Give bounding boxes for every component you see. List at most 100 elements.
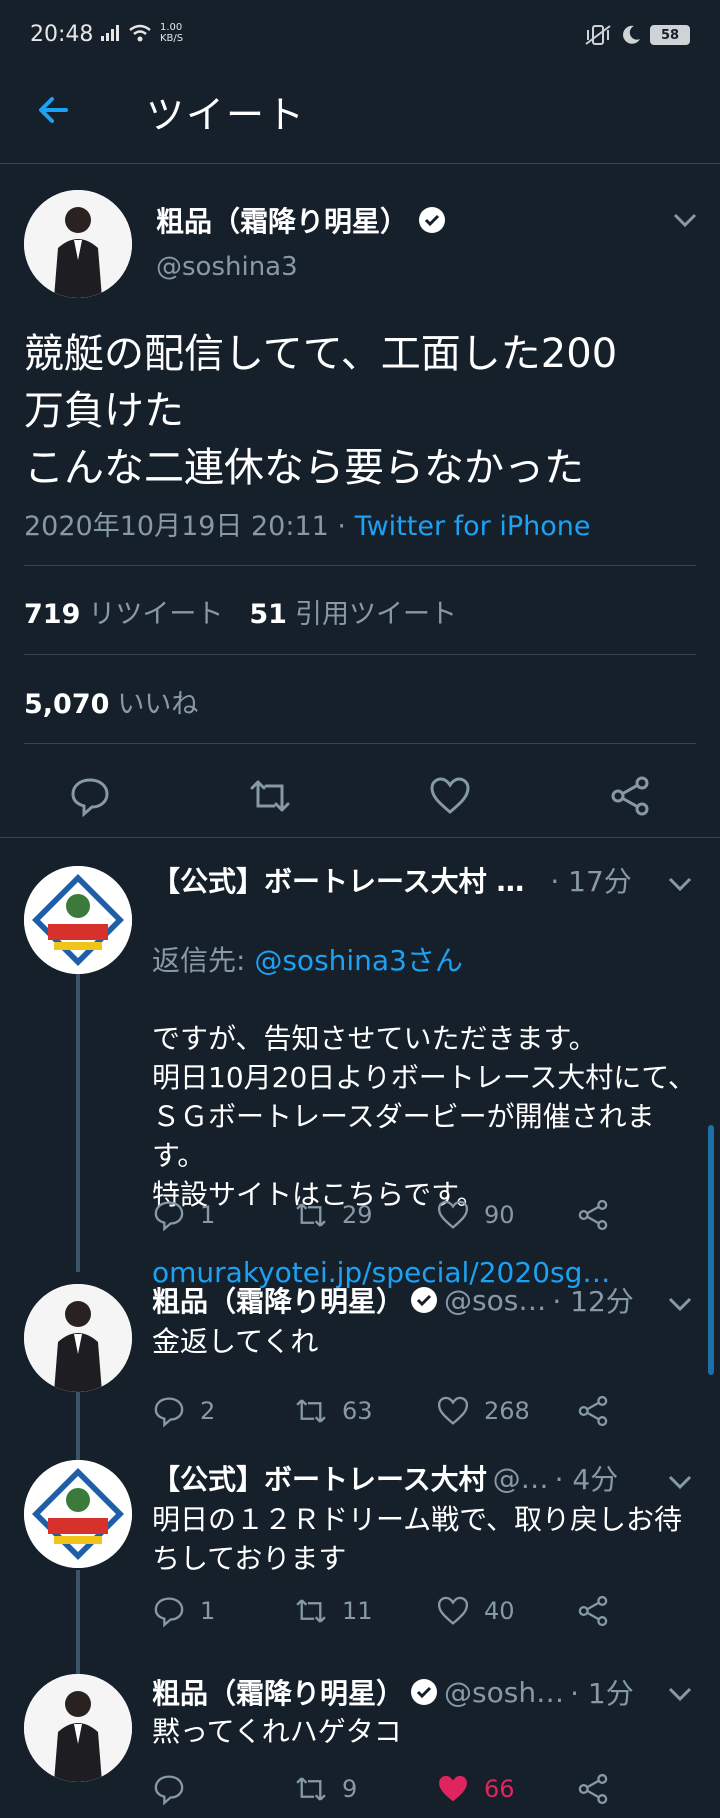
retweets-stat[interactable]: 719 リツイート xyxy=(24,592,223,631)
reply-icon[interactable] xyxy=(68,774,112,818)
person-photo-icon xyxy=(24,1674,132,1782)
share-icon xyxy=(578,1595,608,1627)
boatrace-logo-icon xyxy=(24,866,132,974)
retweet-action[interactable]: 11 xyxy=(294,1594,373,1628)
author-name[interactable]: 【公式】ボートレース大村 … xyxy=(152,860,524,900)
heart-filled-icon xyxy=(439,1775,467,1802)
like-action[interactable]: 66 xyxy=(436,1772,515,1806)
retweet-action[interactable]: 29 xyxy=(294,1198,373,1232)
tweet-time: · 1分 xyxy=(570,1677,634,1710)
quotes-stat[interactable]: 51 引用ツイート xyxy=(249,592,457,631)
tweet-action-bar xyxy=(0,752,720,838)
reply-action[interactable]: 1 xyxy=(152,1198,215,1232)
author-name[interactable]: 粗品（霜降り明星） xyxy=(152,1672,404,1712)
chevron-down-icon[interactable] xyxy=(665,1472,695,1492)
wifi-icon xyxy=(129,24,151,42)
heart-icon[interactable] xyxy=(428,774,472,818)
chevron-down-icon[interactable] xyxy=(665,1684,695,1704)
retweet-action[interactable]: 9 xyxy=(294,1772,357,1806)
reply-actions: 2 63 268 xyxy=(152,1394,622,1434)
status-left-icons: 1.00 KB/S xyxy=(100,22,183,44)
boatrace-logo-icon xyxy=(24,1460,132,1568)
author-handle[interactable]: @sosh… xyxy=(444,1676,564,1709)
tweet-text: 黙ってくれハゲタコ xyxy=(152,1715,402,1748)
status-bar: 20:48 1.00 KB/S 58 xyxy=(0,0,720,54)
back-button[interactable] xyxy=(32,88,76,132)
heart-icon xyxy=(437,1396,469,1425)
tweet-time: · 17分 xyxy=(550,865,632,898)
author-name[interactable]: 粗品（霜降り明星） xyxy=(152,1280,404,1320)
avatar[interactable] xyxy=(24,866,132,974)
retweet-action[interactable]: 63 xyxy=(294,1394,373,1428)
reply-body: 返信先: @soshina3さん ですが、告知させていただきます。 明日10月2… xyxy=(152,902,702,1331)
page-title: ツイート xyxy=(146,93,307,137)
avatar[interactable] xyxy=(24,1284,132,1392)
author-handle[interactable]: @soshina3 xyxy=(156,252,298,282)
tweet-meta: 2020年10月19日 20:11 · Twitter for iPhone xyxy=(24,504,591,543)
author-name[interactable]: 粗品（霜降り明星） xyxy=(156,200,446,240)
likes-stats[interactable]: 5,070 いいね xyxy=(24,682,198,721)
reply-icon xyxy=(154,1597,184,1628)
tweet-source-link[interactable]: Twitter for iPhone xyxy=(355,511,591,542)
chevron-down-icon[interactable] xyxy=(665,874,695,894)
reply-header: 【公式】ボートレース大村 … · 17分 xyxy=(152,860,632,900)
author-name[interactable]: 【公式】ボートレース大村 xyxy=(152,1458,487,1498)
share-action[interactable] xyxy=(576,1772,610,1806)
reply-action[interactable]: 1 xyxy=(152,1594,215,1628)
author-handle[interactable]: @… xyxy=(493,1462,549,1495)
reply-tweet[interactable]: 粗品（霜降り明星） @sosh… · 1分 黙ってくれハゲタコ 9 66 xyxy=(0,1672,720,1818)
retweet-icon xyxy=(296,1399,326,1423)
avatar[interactable] xyxy=(24,190,132,298)
tweet-time: · 4分 xyxy=(554,1463,619,1496)
author-handle[interactable]: @sos… xyxy=(444,1284,546,1317)
share-icon xyxy=(578,1773,608,1805)
verified-badge-icon xyxy=(411,1679,438,1705)
page-header: ツイート xyxy=(0,54,720,164)
verified-badge-icon xyxy=(419,207,446,233)
reply-header: 【公式】ボートレース大村 @… · 4分 xyxy=(152,1458,618,1498)
tweet-time: · 12分 xyxy=(552,1285,634,1318)
reply-tweet[interactable]: 【公式】ボートレース大村 … · 17分 返信先: @soshina3さん です… xyxy=(0,860,720,1289)
share-icon[interactable] xyxy=(608,774,652,818)
person-photo-icon xyxy=(24,190,132,298)
status-time: 20:48 xyxy=(30,22,94,47)
like-action[interactable]: 268 xyxy=(436,1394,530,1428)
chevron-down-icon[interactable] xyxy=(665,1294,695,1314)
divider xyxy=(24,654,696,655)
retweet-icon xyxy=(296,1203,326,1227)
reply-tweet[interactable]: 粗品（霜降り明星） @sos… · 12分 金返してくれ 2 63 268 xyxy=(0,1280,720,1450)
reply-to-user-link[interactable]: @soshina3さん xyxy=(254,944,463,977)
moon-icon xyxy=(623,25,640,44)
retweet-icon[interactable] xyxy=(248,774,292,818)
verified-badge-icon xyxy=(411,1287,438,1313)
scrollbar[interactable] xyxy=(708,1125,714,1375)
avatar[interactable] xyxy=(24,1674,132,1782)
like-action[interactable]: 90 xyxy=(436,1198,515,1232)
vibrate-icon xyxy=(585,25,611,45)
arrow-left-icon xyxy=(39,97,68,123)
tweet-date: 2020年10月19日 20:11 xyxy=(24,511,329,542)
retweet-icon xyxy=(296,1777,326,1801)
reply-header: 粗品（霜降り明星） @sosh… · 1分 xyxy=(152,1672,634,1712)
reply-action[interactable] xyxy=(152,1772,200,1806)
avatar[interactable] xyxy=(24,1460,132,1568)
share-action[interactable] xyxy=(576,1198,610,1232)
share-action[interactable] xyxy=(576,1594,610,1628)
divider xyxy=(24,565,696,566)
reply-icon xyxy=(154,1201,184,1232)
reply-action[interactable]: 2 xyxy=(152,1394,215,1428)
battery-indicator: 58 xyxy=(650,25,690,45)
heart-icon xyxy=(437,1596,469,1625)
tweet-text: 金返してくれ xyxy=(152,1325,319,1358)
share-icon xyxy=(578,1199,608,1231)
chevron-down-icon[interactable] xyxy=(670,210,700,230)
signal-icon xyxy=(101,25,119,41)
like-action[interactable]: 40 xyxy=(436,1594,515,1628)
reply-tweet[interactable]: 【公式】ボートレース大村 @… · 4分 明日の１２Ｒドリーム戦で、取り戻しお待… xyxy=(0,1458,720,1658)
tweet-text: 明日の１２Ｒドリーム戦で、取り戻しお待ちしております xyxy=(152,1503,683,1575)
meta-separator: · xyxy=(328,511,355,542)
heart-icon xyxy=(437,1200,469,1229)
share-action[interactable] xyxy=(576,1394,610,1428)
reply-to-line: 返信先: @soshina3さん xyxy=(152,944,463,977)
divider xyxy=(24,743,696,744)
